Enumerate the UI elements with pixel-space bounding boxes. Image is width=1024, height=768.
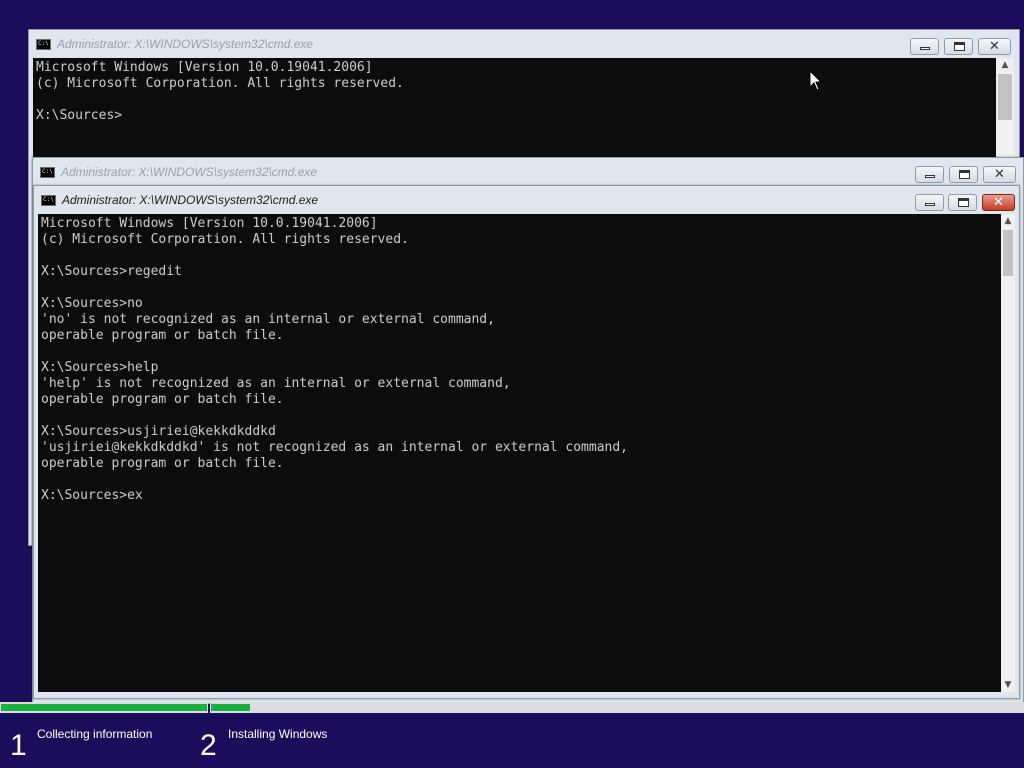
step-1-progress bbox=[0, 702, 208, 713]
step-label: Collecting information bbox=[37, 727, 153, 741]
cmd-icon bbox=[40, 167, 55, 178]
minimize-button[interactable] bbox=[915, 194, 944, 211]
minimize-button[interactable] bbox=[915, 166, 944, 183]
close-button[interactable]: ✕ bbox=[983, 166, 1016, 183]
step-1-progress-fill bbox=[1, 704, 207, 711]
cmd-window-active[interactable]: Administrator: X:\WINDOWS\system32\cmd.e… bbox=[33, 185, 1020, 699]
step-number: 1 bbox=[10, 729, 27, 762]
step-2-progress bbox=[210, 702, 1024, 713]
step-2-progress-fill bbox=[211, 704, 250, 711]
maximize-button[interactable] bbox=[944, 38, 973, 55]
titlebar[interactable]: Administrator: X:\WINDOWS\system32\cmd.e… bbox=[33, 158, 1023, 186]
minimize-button[interactable] bbox=[910, 38, 939, 55]
maximize-button[interactable] bbox=[949, 166, 978, 183]
cmd-icon bbox=[41, 195, 56, 206]
scroll-up-arrow-icon[interactable]: ▲ bbox=[996, 58, 1014, 72]
titlebar[interactable]: Administrator: X:\WINDOWS\system32\cmd.e… bbox=[29, 30, 1019, 58]
scroll-thumb[interactable] bbox=[1003, 230, 1013, 276]
window-title: Administrator: X:\WINDOWS\system32\cmd.e… bbox=[61, 165, 318, 179]
close-button[interactable]: ✕ bbox=[982, 194, 1015, 211]
maximize-button[interactable] bbox=[948, 194, 977, 211]
vertical-scrollbar[interactable]: ▲ ▼ bbox=[1001, 214, 1015, 692]
window-title: Administrator: X:\WINDOWS\system32\cmd.e… bbox=[62, 193, 319, 207]
scroll-thumb[interactable] bbox=[998, 74, 1012, 120]
step-number: 2 bbox=[200, 729, 217, 762]
scroll-up-arrow-icon[interactable]: ▲ bbox=[1001, 214, 1015, 228]
console-output[interactable]: Microsoft Windows [Version 10.0.19041.20… bbox=[38, 214, 1001, 692]
mouse-pointer-icon bbox=[809, 70, 822, 91]
setup-steps-footer: 1 Collecting information 2 Installing Wi… bbox=[0, 713, 1024, 768]
cmd-icon bbox=[36, 39, 51, 50]
step-label: Installing Windows bbox=[228, 727, 328, 741]
close-button[interactable]: ✕ bbox=[978, 38, 1011, 55]
console-text: Microsoft Windows [Version 10.0.19041.20… bbox=[36, 60, 404, 123]
titlebar[interactable]: Administrator: X:\WINDOWS\system32\cmd.e… bbox=[34, 186, 1019, 214]
scroll-down-arrow-icon[interactable]: ▼ bbox=[1001, 678, 1015, 692]
window-title: Administrator: X:\WINDOWS\system32\cmd.e… bbox=[57, 37, 314, 51]
console-text: Microsoft Windows [Version 10.0.19041.20… bbox=[41, 216, 628, 503]
